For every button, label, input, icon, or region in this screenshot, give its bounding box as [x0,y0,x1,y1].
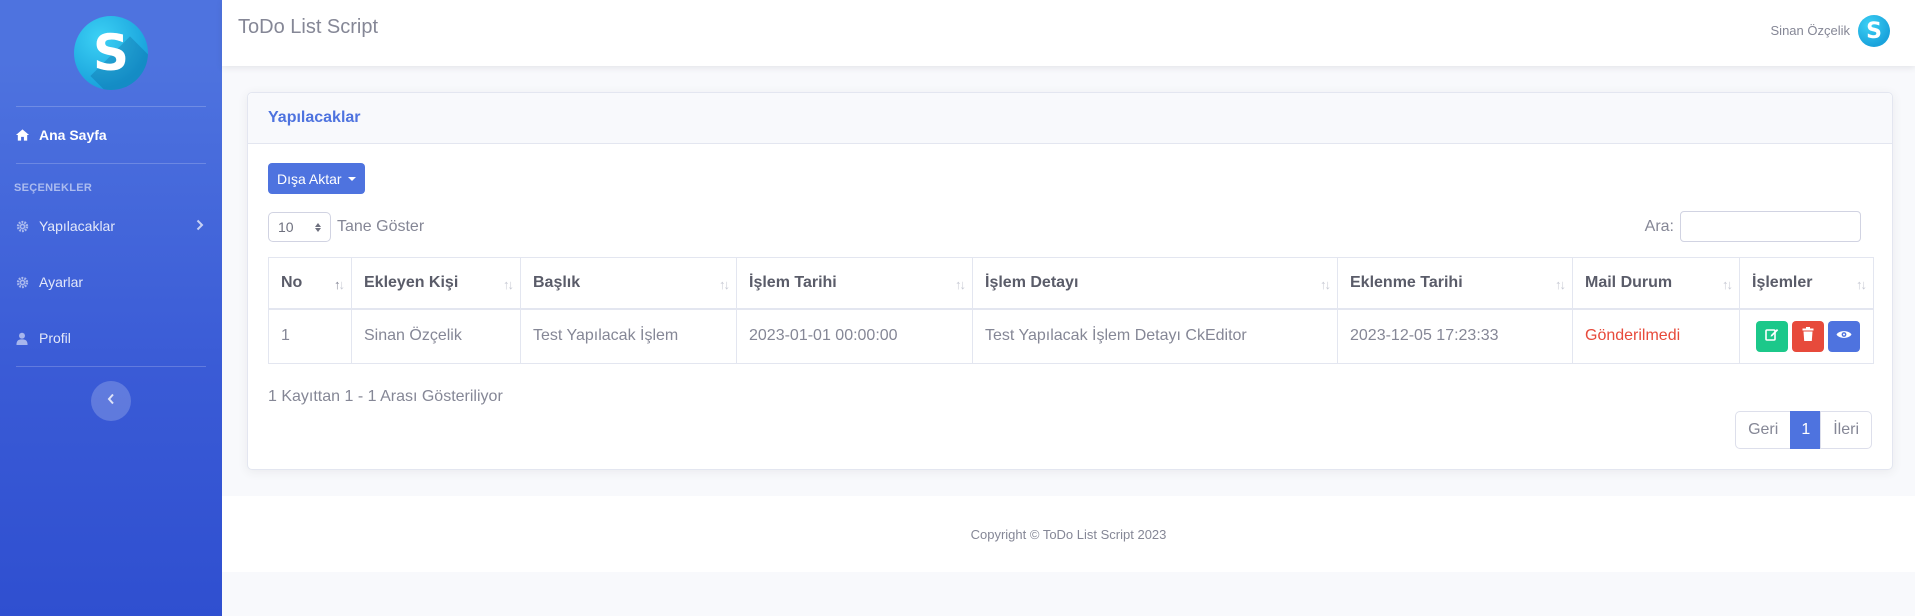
search-label: Ara: [1644,217,1674,235]
sidebar-item-settings[interactable]: Ayarlar [0,254,222,310]
column-header-label: Mail Durum [1585,273,1673,291]
column-header-label: İşlemler [1752,273,1813,291]
column-header-label: No [281,273,303,291]
cell-added-by: Sinan Özçelik [351,308,521,364]
sidebar-item-label: Profil [39,330,71,346]
cell-no: 1 [268,308,352,364]
cell-detail: Test Yapılacak İşlem Detayı CkEditor [972,308,1338,364]
sidebar-toggle-button[interactable] [91,381,131,421]
page-length-value: 10 [278,219,294,235]
cell-actions [1739,308,1874,364]
column-header-added-by[interactable]: Ekleyen Kişi ↑↓ [351,257,521,310]
column-header-title[interactable]: Başlık ↑↓ [520,257,737,310]
table-header-row: No ↑↓ Ekleyen Kişi ↑↓ Başlık ↑↓ İşlem Tarih… [268,257,1874,310]
caret-down-icon [347,176,356,181]
edit-button[interactable] [1756,320,1788,352]
column-header-created[interactable]: Eklenme Tarihi ↑↓ [1337,257,1573,310]
user-icon [14,330,30,346]
sort-icon: ↑↓ [955,277,966,292]
todo-table: No ↑↓ Ekleyen Kişi ↑↓ Başlık ↑↓ İşlem Tarih… [268,257,1874,364]
page-length-label: Tane Göster [337,218,425,235]
sidebar-item-label: Ana Sayfa [39,127,107,143]
sort-icon: ↑↓ [1722,277,1733,292]
sort-icon: ↑↓ [1555,277,1566,292]
sidebar-item-label: Ayarlar [39,274,84,290]
user-name[interactable]: Sinan Özçelik [1771,23,1850,38]
pagination-prev[interactable]: Geri [1735,411,1792,449]
sidebar-item-profile[interactable]: Profil [0,310,222,366]
export-button-label: Dışa Aktar [277,170,342,187]
column-header-actions[interactable]: İşlemler ↑↓ [1739,257,1874,310]
column-header-process-date[interactable]: İşlem Tarihi ↑↓ [736,257,973,310]
sort-icon: ↑↓ [719,277,730,292]
column-header-mail-status[interactable]: Mail Durum ↑↓ [1572,257,1740,310]
pagination-next[interactable]: İleri [1820,411,1872,449]
gear-icon [14,218,30,234]
copyright-text: Copyright © ToDo List Script 2023 [970,526,1167,542]
chevron-right-icon [196,218,204,234]
select-arrows-icon [315,222,321,232]
mail-status-badge: Gönderilmedi [1572,308,1740,364]
search-input[interactable] [1680,211,1861,242]
home-icon [14,127,30,143]
page-length-control: 10 Tane Göster [268,212,424,242]
row-actions [1756,320,1873,352]
pagination-page-current[interactable]: 1 [1790,411,1822,449]
sidebar-item-label: Yapılacaklar [39,218,116,234]
trash-icon [1802,326,1814,346]
column-header-label: İşlem Tarihi [749,273,837,291]
brand[interactable]: S [0,0,222,106]
view-button[interactable] [1828,320,1860,352]
sort-icon: ↑↓ [334,277,345,292]
delete-button[interactable] [1792,320,1824,352]
pagination: Geri 1 İleri [1735,411,1872,449]
todo-card: Yapılacaklar Dışa Aktar 10 Tane Göster A… [247,92,1893,470]
column-header-label: Eklenme Tarihi [1350,273,1463,291]
sidebar-item-home[interactable]: Ana Sayfa [0,107,222,163]
column-header-no[interactable]: No ↑↓ [268,257,352,310]
eye-icon [1836,327,1852,345]
cell-title: Test Yapılacak İşlem [520,308,737,364]
column-header-detail[interactable]: İşlem Detayı ↑↓ [972,257,1338,310]
chevron-left-icon [107,392,115,410]
column-header-label: Ekleyen Kişi [364,273,459,291]
sort-icon: ↑↓ [503,277,514,292]
sidebar: S Ana Sayfa SEÇENEKLER Yapılacaklar Ayar… [0,0,222,616]
sort-icon: ↑↓ [1856,277,1867,292]
sidebar-heading: SEÇENEKLER [14,182,93,194]
export-button[interactable]: Dışa Aktar [268,163,365,194]
column-header-label: Başlık [533,273,581,291]
avatar[interactable]: S [1858,15,1890,47]
page-length-select[interactable]: 10 [268,212,331,242]
column-header-label: İşlem Detayı [985,273,1079,291]
search-control: Ara: [1645,211,1861,242]
card-title: Yapılacaklar [248,93,1892,144]
table-row: 1 Sinan Özçelik Test Yapılacak İşlem 202… [268,308,1874,364]
cell-created: 2023-12-05 17:23:33 [1337,308,1573,364]
sidebar-divider [16,366,206,367]
sidebar-item-todos[interactable]: Yapılacaklar [0,198,222,254]
table-info: 1 Kayıttan 1 - 1 Arası Gösteriliyor [268,388,503,405]
footer: Copyright © ToDo List Script 2023 [222,496,1915,572]
cell-process-date: 2023-01-01 00:00:00 [736,308,973,364]
sort-icon: ↑↓ [1320,277,1331,292]
app-title: ToDo List Script [238,16,379,38]
brand-logo[interactable]: S [74,16,148,90]
topbar: ToDo List Script Sinan Özçelik S [222,0,1915,66]
edit-icon [1765,327,1779,346]
brand-logo-letter: S [92,24,129,82]
gear-icon [14,274,30,290]
